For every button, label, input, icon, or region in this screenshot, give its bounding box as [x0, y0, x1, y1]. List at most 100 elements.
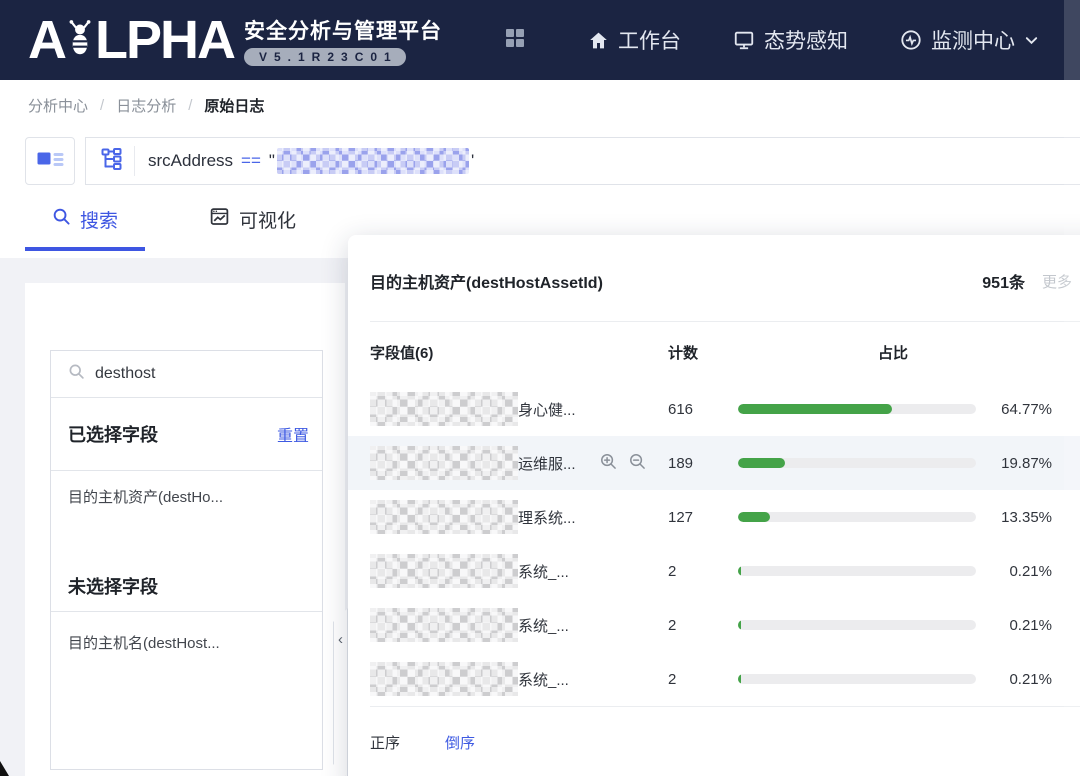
query-bar: srcAddress == " ': [0, 130, 1080, 188]
masked-ip-value: [277, 148, 469, 174]
percent-value: 0.21%: [976, 617, 1052, 634]
ratio-bar-fill: [738, 566, 741, 576]
selected-fields-list: 目的主机资产(destHo...: [51, 471, 322, 561]
search-query-input[interactable]: srcAddress == " ': [85, 137, 1080, 185]
field-value-label: 运维服...: [518, 453, 576, 474]
column-header-ratio: 占比: [738, 342, 976, 363]
field-search-input[interactable]: [95, 365, 285, 383]
masked-value-mosaic: [370, 554, 518, 588]
count-value: 127: [668, 509, 738, 526]
chart-window-icon: [209, 206, 230, 233]
query-quote-close: ': [471, 151, 474, 171]
stats-row[interactable]: 系统_... 2 0.21%: [348, 598, 1080, 652]
percent-value: 0.21%: [976, 563, 1052, 580]
top-navbar: A LPHA 安全分析与管理平台 V5.1R23C01: [0, 0, 1080, 80]
apps-grid-icon[interactable]: [504, 27, 526, 54]
ratio-bar-track: [738, 620, 976, 630]
shield-pulse-icon: [900, 29, 922, 51]
nav-item-label: 态势感知: [764, 25, 848, 55]
drilldown-zoom-in-icon[interactable]: [600, 453, 617, 474]
platform-subtitle: 安全分析与管理平台: [244, 15, 442, 45]
count-value: 2: [668, 563, 738, 580]
field-list-item[interactable]: 目的主机名(destHost...: [68, 629, 322, 659]
sidebar-collapse-handle[interactable]: ‹: [333, 608, 348, 776]
count-value: 616: [668, 401, 738, 418]
fields-sidebar: 已选择字段 重置 目的主机资产(destHo... 未选择字段 目的主机名(de…: [25, 283, 345, 776]
chevron-left-icon: ‹: [338, 631, 343, 776]
nav-item-workbench[interactable]: 工作台: [588, 25, 681, 55]
field-tree-icon: [99, 147, 123, 176]
input-divider: [134, 146, 135, 176]
bug-icon: [66, 17, 94, 62]
field-list-item[interactable]: 目的主机资产(destHo...: [68, 483, 322, 513]
count-value: 189: [668, 455, 738, 472]
ratio-bar-track: [738, 458, 976, 468]
unselected-fields-title: 未选择字段: [68, 573, 158, 599]
masked-value-mosaic: [370, 446, 518, 480]
ratio-bar-fill: [738, 512, 770, 522]
nav-item-monitor-center[interactable]: 监测中心: [900, 25, 1039, 55]
tab-label: 搜索: [80, 206, 118, 233]
sort-descending-link[interactable]: 倒序: [445, 732, 475, 753]
field-search-row: [51, 351, 322, 398]
masked-value-mosaic: [370, 608, 518, 642]
nav-item-situation[interactable]: 态势感知: [733, 25, 848, 55]
count-value: 2: [668, 617, 738, 634]
breadcrumb-item[interactable]: 分析中心: [28, 95, 88, 116]
nav-item-label: 工作台: [618, 25, 681, 55]
field-value-label: 系统_...: [518, 561, 569, 582]
tab-visualization[interactable]: 可视化: [182, 188, 323, 251]
stats-row[interactable]: 系统_... 2 0.21%: [348, 652, 1080, 706]
ratio-bar-track: [738, 404, 976, 414]
ratio-bar-track: [738, 512, 976, 522]
breadcrumb-item[interactable]: 日志分析: [116, 95, 176, 116]
stats-row[interactable]: 理系统... 127 13.35%: [348, 490, 1080, 544]
sort-ascending-link[interactable]: 正序: [370, 732, 400, 753]
masked-value-mosaic: [370, 662, 518, 696]
query-operator: ==: [241, 151, 261, 171]
reset-link[interactable]: 重置: [277, 422, 309, 446]
query-quote-open: ": [269, 151, 275, 171]
stats-rows: 身心健... 616 64.77%: [348, 382, 1080, 706]
vertical-scrollbar[interactable]: [1064, 0, 1080, 776]
nav-item-label: 监测中心: [931, 25, 1015, 55]
search-icon: [68, 363, 85, 385]
total-count-badge: 951条: [982, 269, 1025, 293]
field-value-label: 理系统...: [518, 507, 576, 528]
app-logo: A LPHA 安全分析与管理平台 V5.1R23C01: [28, 13, 442, 67]
stats-row[interactable]: 运维服... 189 19.87%: [348, 436, 1080, 490]
version-badge: V5.1R23C01: [244, 48, 406, 66]
main-nav: 工作台 态势感知 监测中心: [588, 25, 1039, 55]
ratio-bar-fill: [738, 620, 741, 630]
popup-title: 目的主机资产(destHostAssetId): [370, 269, 982, 293]
ratio-bar-fill: [738, 674, 741, 684]
breadcrumb: 分析中心 / 日志分析 / 原始日志: [0, 80, 1080, 130]
chevron-down-icon: [1024, 33, 1039, 48]
popup-header: 目的主机资产(destHostAssetId) 951条 更多: [348, 235, 1080, 321]
logo-text-left: A: [28, 13, 65, 67]
count-value: 2: [668, 671, 738, 688]
percent-value: 13.35%: [976, 509, 1052, 526]
ratio-bar-fill: [738, 458, 785, 468]
selected-fields-header: 已选择字段 重置: [51, 398, 322, 471]
active-tab-underline: [25, 247, 145, 251]
breadcrumb-separator: /: [188, 97, 192, 114]
percent-value: 0.21%: [976, 671, 1052, 688]
filter-out-zoom-out-icon[interactable]: [629, 453, 646, 474]
stats-column-headers: 字段值(6) 计数 占比: [348, 322, 1080, 382]
ratio-bar-fill: [738, 404, 892, 414]
masked-value-mosaic: [370, 500, 518, 534]
field-stats-popup: 目的主机资产(destHostAssetId) 951条 更多 字段值(6) 计…: [348, 235, 1080, 776]
field-value-label: 系统_...: [518, 669, 569, 690]
stats-row[interactable]: 系统_... 2 0.21%: [348, 544, 1080, 598]
ratio-bar-track: [738, 566, 976, 576]
tab-search[interactable]: 搜索: [25, 188, 145, 251]
list-view-icon: [37, 149, 64, 174]
column-view-button[interactable]: [25, 137, 75, 185]
field-value-label: 身心健...: [518, 399, 576, 420]
column-header-value: 字段值(6): [370, 342, 600, 363]
selected-fields-title: 已选择字段: [68, 421, 158, 447]
ratio-bar-track: [738, 674, 976, 684]
stats-row[interactable]: 身心健... 616 64.77%: [348, 382, 1080, 436]
query-field: srcAddress: [148, 151, 233, 171]
